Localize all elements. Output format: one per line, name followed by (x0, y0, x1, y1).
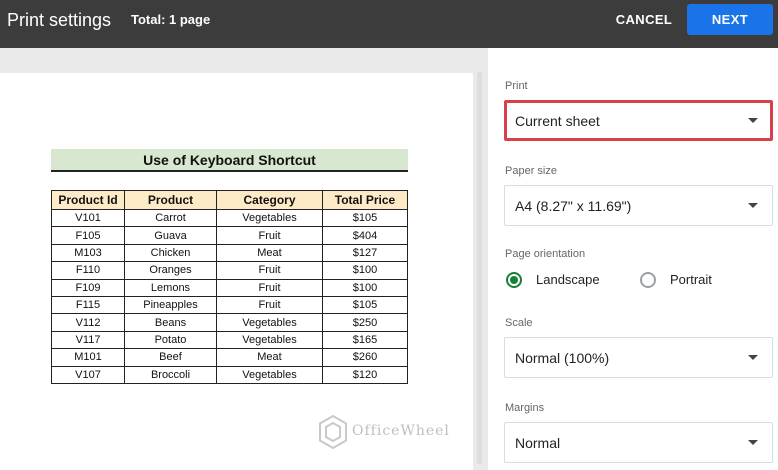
scale-select[interactable]: Normal (100%) (504, 337, 773, 378)
paper-size-label: Paper size (505, 165, 557, 177)
dropdown-arrow-icon (748, 440, 758, 445)
table-row: M101 Beef Meat $260 (51, 348, 408, 367)
scale-label: Scale (505, 317, 533, 329)
table-row: F110 Oranges Fruit $100 (51, 261, 408, 280)
table-header-row: Product Id Product Category Total Price (51, 190, 408, 210)
column-header: Product (124, 190, 217, 210)
table-cell: Meat (216, 243, 323, 263)
scale-value: Normal (100%) (515, 350, 610, 366)
settings-panel: Print Current sheet Paper size A4 (8.27"… (488, 48, 778, 470)
table-cell: Guava (124, 226, 217, 245)
paper-size-value: A4 (8.27" x 11.69") (515, 198, 632, 214)
top-bar: Print settings Total: 1 page CANCEL NEXT (0, 0, 778, 48)
print-preview: Use of Keyboard Shortcut Product Id Prod… (0, 48, 488, 470)
table-cell: Vegetables (216, 208, 323, 228)
table-cell: Fruit (216, 226, 323, 245)
table-cell: $100 (322, 261, 408, 280)
table-cell: Meat (216, 348, 323, 367)
table-row: F105 Guava Fruit $404 (51, 226, 408, 245)
table-row: V107 Broccoli Vegetables $120 (51, 365, 408, 384)
table-cell: Oranges (124, 261, 217, 280)
watermark-text: OfficeWheel (352, 423, 450, 439)
table-cell: V117 (51, 330, 125, 350)
radio-checked-icon (506, 272, 522, 288)
preview-scrollbar[interactable] (473, 48, 488, 470)
dropdown-arrow-icon (748, 203, 758, 208)
table-cell: Vegetables (216, 365, 323, 384)
column-header: Total Price (322, 190, 408, 210)
table-cell: V101 (51, 208, 125, 228)
table-row: F115 Pineapples Fruit $105 (51, 295, 408, 315)
table-cell: M101 (51, 348, 125, 367)
table-cell: F109 (51, 278, 125, 297)
table-cell: F115 (51, 295, 125, 315)
table-cell: $105 (322, 208, 408, 228)
page-count: Total: 1 page (131, 12, 211, 27)
table-cell: Carrot (124, 208, 217, 228)
table-cell: Vegetables (216, 330, 323, 350)
landscape-label: Landscape (536, 272, 600, 287)
dropdown-arrow-icon (748, 118, 758, 123)
print-label: Print (505, 80, 528, 92)
margins-value: Normal (515, 435, 561, 451)
table-cell: Fruit (216, 295, 323, 315)
column-header: Category (216, 190, 323, 210)
table-row: V101 Carrot Vegetables $105 (51, 208, 408, 228)
margins-select[interactable]: Normal (504, 422, 773, 463)
portrait-label: Portrait (670, 272, 712, 287)
table-body: V101 Carrot Vegetables $105 F105 Guava Fruit $4… (51, 208, 408, 384)
table-cell: Vegetables (216, 313, 323, 332)
next-button[interactable]: NEXT (687, 4, 773, 35)
table-cell: V107 (51, 365, 125, 384)
table-row: F109 Lemons Fruit $100 (51, 278, 408, 297)
table-cell: Fruit (216, 278, 323, 297)
table-cell: Beans (124, 313, 217, 332)
cancel-button[interactable]: CANCEL (609, 4, 679, 35)
margins-label: Margins (505, 402, 545, 414)
table-cell: F110 (51, 261, 125, 280)
paper-size-select[interactable]: A4 (8.27" x 11.69") (504, 185, 773, 226)
table-cell: Broccoli (124, 365, 217, 384)
orientation-label: Page orientation (505, 248, 586, 260)
data-table: Product Id Product Category Total Price … (51, 190, 408, 384)
print-select-value: Current sheet (515, 113, 600, 129)
table-cell: M103 (51, 243, 125, 263)
table-cell: $165 (322, 330, 408, 350)
table-cell: Pineapples (124, 295, 217, 315)
table-row: V117 Potato Vegetables $165 (51, 330, 408, 350)
sheet-title: Use of Keyboard Shortcut (51, 149, 408, 172)
column-header: Product Id (51, 190, 125, 210)
table-cell: Chicken (124, 243, 217, 263)
table-cell: $127 (322, 243, 408, 263)
table-cell: $404 (322, 226, 408, 245)
table-cell: Lemons (124, 278, 217, 297)
dropdown-arrow-icon (748, 355, 758, 360)
scrollbar-thumb[interactable] (477, 72, 482, 464)
preview-page: Use of Keyboard Shortcut Product Id Prod… (0, 73, 473, 470)
table-cell: Beef (124, 348, 217, 367)
table-cell: $250 (322, 313, 408, 332)
table-cell: $105 (322, 295, 408, 315)
table-cell: Potato (124, 330, 217, 350)
table-cell: V112 (51, 313, 125, 332)
table-cell: F105 (51, 226, 125, 245)
table-cell: Fruit (216, 261, 323, 280)
print-select[interactable]: Current sheet (504, 100, 773, 141)
table-cell: $120 (322, 365, 408, 384)
table-cell: $100 (322, 278, 408, 297)
radio-unchecked-icon (640, 272, 656, 288)
officewheel-logo-icon (319, 415, 347, 449)
page-title: Print settings (7, 10, 112, 30)
watermark: OfficeWheel (318, 412, 468, 452)
table-cell: $260 (322, 348, 408, 367)
table-row: V112 Beans Vegetables $250 (51, 313, 408, 332)
table-row: M103 Chicken Meat $127 (51, 243, 408, 263)
